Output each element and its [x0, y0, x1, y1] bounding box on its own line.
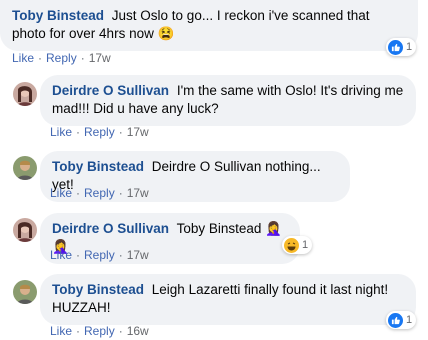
- timestamp[interactable]: 17w: [127, 186, 149, 200]
- reaction-pill[interactable]: 1: [386, 38, 417, 56]
- comment-author[interactable]: Deirdre O Sullivan: [52, 221, 169, 236]
- comment-actions: Like · Reply · 16w: [50, 324, 149, 338]
- comment-bubble: Deirdre O Sullivan I'm the same with Osl…: [40, 75, 416, 126]
- comment-author[interactable]: Toby Binstead: [12, 8, 104, 23]
- avatar[interactable]: [13, 82, 37, 106]
- comment-actions: Like · Reply · 17w: [50, 248, 149, 262]
- reaction-pill[interactable]: 1: [282, 236, 313, 254]
- laughing-face-icon: [284, 237, 299, 253]
- avatar[interactable]: [13, 156, 37, 180]
- reply-button[interactable]: Reply: [84, 248, 115, 262]
- reply-button[interactable]: Reply: [84, 324, 115, 338]
- comment-author[interactable]: Deirdre O Sullivan: [52, 83, 169, 98]
- comment-actions: Like · Reply · 17w: [12, 51, 111, 65]
- reaction-pill[interactable]: 1: [386, 311, 417, 329]
- timestamp[interactable]: 17w: [127, 125, 149, 139]
- like-button[interactable]: Like: [12, 51, 34, 65]
- timestamp[interactable]: 16w: [127, 324, 149, 338]
- like-button[interactable]: Like: [50, 125, 72, 139]
- like-button[interactable]: Like: [50, 324, 72, 338]
- thumbs-up-icon: [388, 39, 403, 55]
- comment-bubble: Toby Binstead Just Oslo to go... I recko…: [0, 0, 418, 51]
- avatar[interactable]: [13, 280, 37, 304]
- avatar[interactable]: [13, 218, 37, 242]
- like-button[interactable]: Like: [50, 248, 72, 262]
- comment-bubble: Toby Binstead Leigh Lazaretti finally fo…: [40, 274, 416, 325]
- comment-author[interactable]: Toby Binstead: [52, 282, 144, 297]
- comment-author[interactable]: Toby Binstead: [52, 159, 144, 174]
- comment-text: Toby Binstead: [176, 221, 262, 236]
- thumbs-up-icon: [388, 312, 403, 328]
- timestamp[interactable]: 17w: [127, 248, 149, 262]
- reaction-count: 1: [406, 41, 413, 53]
- tired-face-emoji: 😫: [157, 26, 175, 41]
- reply-button[interactable]: Reply: [84, 125, 115, 139]
- timestamp[interactable]: 17w: [89, 51, 111, 65]
- comment-actions: Like · Reply · 17w: [50, 186, 149, 200]
- reply-button[interactable]: Reply: [84, 186, 115, 200]
- reply-button[interactable]: Reply: [46, 51, 77, 65]
- like-button[interactable]: Like: [50, 186, 72, 200]
- comment-actions: Like · Reply · 17w: [50, 125, 149, 139]
- reaction-count: 1: [302, 239, 309, 251]
- reaction-count: 1: [406, 314, 413, 326]
